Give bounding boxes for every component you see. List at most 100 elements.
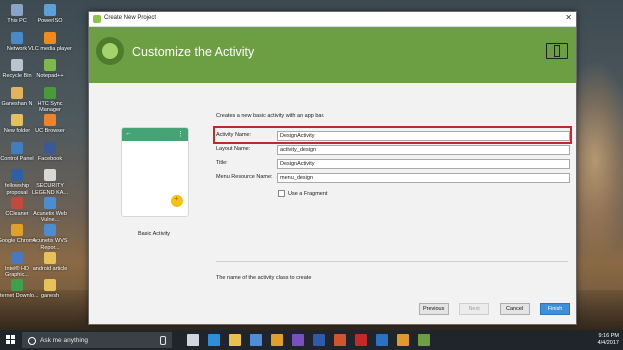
- shortcut-label: Facebook: [37, 155, 63, 162]
- clock-date: 4/4/2017: [597, 340, 619, 346]
- shortcut-icon: [44, 196, 56, 209]
- shortcut-label: Notepad++: [36, 73, 64, 79]
- menu-resource-label: Menu Resource Name:: [216, 174, 273, 180]
- shortcut-icon: [11, 59, 23, 71]
- desktop-shortcut[interactable]: ganesh: [27, 279, 73, 300]
- shortcut-icon: [44, 31, 56, 44]
- shortcut-icon: [11, 86, 23, 99]
- shortcut-label: android article: [32, 265, 68, 272]
- edge-icon[interactable]: [208, 334, 220, 346]
- shortcut-icon: [11, 141, 23, 154]
- desktop-shortcut[interactable]: Notepad++: [27, 59, 73, 80]
- store-icon[interactable]: [250, 334, 262, 346]
- shortcut-label: Acunetix Web Vulne...: [33, 210, 67, 224]
- powerpoint-icon[interactable]: [334, 334, 346, 346]
- use-fragment-checkbox[interactable]: [278, 190, 285, 197]
- divider: [216, 261, 568, 262]
- shortcut-icon: [11, 4, 23, 16]
- visual-studio-icon[interactable]: [292, 334, 304, 346]
- desktop-shortcut[interactable]: Facebook: [27, 141, 73, 163]
- shortcut-icon: [44, 59, 56, 71]
- shortcut-icon: [44, 114, 56, 126]
- title-field[interactable]: DesignActivity: [277, 159, 570, 169]
- intro-text: Creates a new basic activity with an app…: [216, 113, 325, 119]
- layout-name-label: Layout Name:: [216, 146, 251, 152]
- menu-resource-field[interactable]: menu_design: [277, 173, 570, 183]
- desktop-shortcut[interactable]: PowerISO: [27, 4, 73, 25]
- previous-button[interactable]: Previous: [418, 303, 449, 315]
- shortcut-icon: [11, 169, 23, 181]
- shortcut-icon: [44, 169, 56, 181]
- desktop-shortcut[interactable]: UC Browser: [27, 114, 73, 135]
- shortcut-label: HTC Sync Manager: [37, 100, 63, 114]
- window-title: Create New Project: [104, 15, 157, 21]
- pdf-icon[interactable]: [355, 334, 367, 346]
- shortcut-label: ganesh: [40, 293, 60, 299]
- file-explorer-icon[interactable]: [229, 334, 241, 346]
- outlook-icon[interactable]: [376, 334, 388, 346]
- preview-appbar: ← ⋮: [122, 128, 188, 141]
- create-project-dialog: Create New Project ✕ Customize the Activ…: [88, 11, 577, 325]
- shortcut-icon: [44, 279, 56, 291]
- shortcut-label: SECURITY LEGEND KA...: [31, 183, 69, 196]
- activity-name-label: Activity Name:: [216, 132, 252, 138]
- shortcut-label: Acunetix WVS Repor...: [32, 238, 68, 251]
- search-placeholder: Ask me anything: [40, 337, 89, 344]
- menu-resource-row: Menu Resource Name: menu_design: [216, 173, 570, 183]
- task-view-icon[interactable]: [187, 334, 199, 346]
- desktop-shortcut[interactable]: VLC media player: [27, 31, 73, 53]
- use-fragment-row[interactable]: Use a Fragment: [278, 190, 327, 197]
- layout-name-field[interactable]: activity_design: [277, 145, 570, 155]
- desktop-shortcut[interactable]: android article: [27, 251, 73, 273]
- shortcut-icon: [44, 86, 56, 99]
- shortcut-icon: [11, 114, 23, 126]
- shortcut-icon: [11, 196, 23, 209]
- shortcut-icon: [44, 141, 56, 154]
- search-box[interactable]: Ask me anything: [22, 332, 172, 348]
- shortcut-icon: [11, 279, 23, 291]
- desktop-shortcut[interactable]: HTC Sync Manager: [27, 86, 73, 114]
- shortcut-label: VLC media player: [28, 45, 72, 52]
- chrome-icon[interactable]: [271, 334, 283, 346]
- shortcut-label: PowerISO: [37, 18, 63, 24]
- back-arrow-icon: ←: [125, 130, 132, 137]
- android-studio-icon[interactable]: [418, 334, 430, 346]
- field-hint: The name of the activity class to create: [216, 275, 312, 281]
- title-row: Title: DesignActivity: [216, 159, 570, 169]
- desktop-shortcut[interactable]: Acunetix WVS Repor...: [27, 224, 73, 251]
- word-icon[interactable]: [313, 334, 325, 346]
- shortcut-label: UC Browser: [35, 128, 65, 134]
- shortcut-icon: [44, 224, 56, 236]
- clock-time: 9:16 PM: [598, 333, 619, 339]
- device-preview-icon: [546, 43, 568, 59]
- dialog-header: Customize the Activity: [89, 27, 576, 83]
- cortana-icon: [28, 337, 36, 345]
- shortcut-icon: [11, 224, 23, 236]
- windows-start-icon[interactable]: [6, 335, 16, 345]
- activity-name-field[interactable]: DesignActivity: [277, 131, 570, 141]
- shortcut-icon: [11, 251, 23, 264]
- use-fragment-label: Use a Fragment: [288, 190, 328, 197]
- shortcut-icon: [44, 4, 56, 16]
- activity-preview: ← ⋮: [121, 127, 189, 217]
- taskbar: Ask me anything 9:16 PM 4/4/2017: [0, 330, 623, 350]
- microphone-icon[interactable]: [160, 336, 166, 345]
- overflow-menu-icon: ⋮: [177, 131, 184, 138]
- desktop-shortcut[interactable]: SECURITY LEGEND KA...: [27, 169, 73, 196]
- next-button[interactable]: Next: [459, 303, 490, 315]
- shortcut-icon: [11, 31, 23, 44]
- photoshop-like-icon[interactable]: [397, 334, 409, 346]
- activity-name-row: Activity Name: DesignActivity: [216, 131, 570, 141]
- system-clock[interactable]: 9:16 PM 4/4/2017: [598, 333, 619, 347]
- layout-name-row: Layout Name: activity_design: [216, 145, 570, 155]
- desktop-shortcut[interactable]: Acunetix Web Vulne...: [27, 196, 73, 224]
- android-studio-icon: [93, 15, 101, 23]
- close-icon[interactable]: ✕: [565, 13, 572, 22]
- dialog-titlebar[interactable]: Create New Project ✕: [89, 12, 576, 27]
- title-label: Title:: [216, 160, 228, 166]
- preview-label: Basic Activity: [137, 231, 171, 237]
- finish-button[interactable]: Finish: [540, 303, 570, 315]
- shortcut-icon: [44, 251, 56, 264]
- cancel-button[interactable]: Cancel: [499, 303, 530, 315]
- android-studio-logo-icon: [96, 37, 124, 65]
